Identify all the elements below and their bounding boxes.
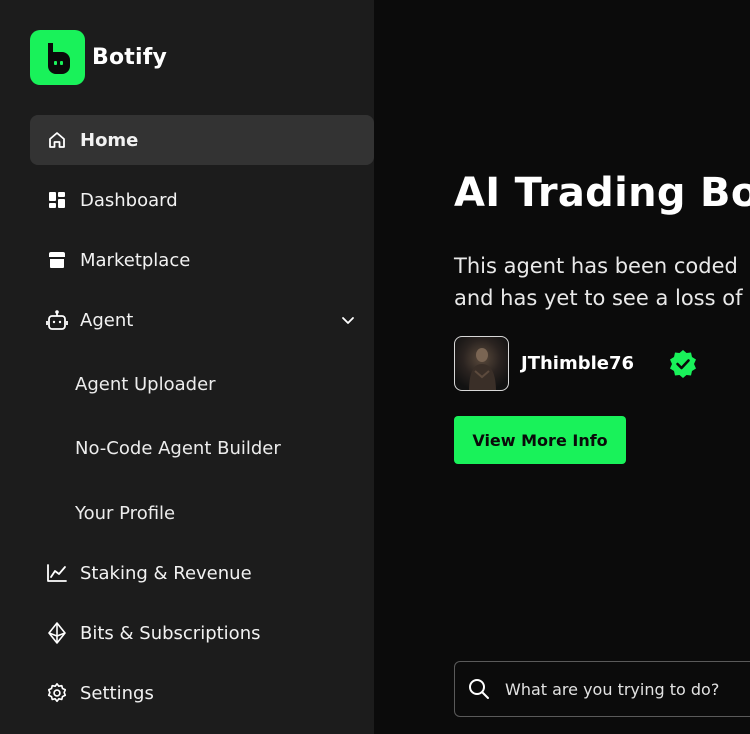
- hero-title: AI Trading Bot: [454, 170, 750, 216]
- store-icon: [46, 249, 68, 271]
- sidebar-item-dashboard[interactable]: Dashboard: [30, 175, 374, 225]
- sidebar-item-settings[interactable]: Settings: [30, 668, 374, 718]
- search-bar[interactable]: [454, 661, 750, 717]
- botify-logo-icon: [30, 30, 85, 85]
- sidebar-item-label: Settings: [80, 682, 154, 704]
- dashboard-icon: [46, 189, 68, 211]
- author-name[interactable]: JThimble76: [521, 353, 634, 374]
- sidebar-item-staking-revenue[interactable]: Staking & Revenue: [30, 548, 374, 598]
- search-input[interactable]: [505, 679, 750, 699]
- search-icon: [467, 677, 491, 701]
- verified-badge-icon: [668, 349, 698, 379]
- sidebar-subitem-agent-uploader[interactable]: Agent Uploader: [75, 364, 216, 404]
- chart-line-icon: [46, 562, 68, 584]
- sidebar-subitem-your-profile[interactable]: Your Profile: [75, 493, 175, 533]
- main-content: AI Trading Bot This agent has been coded…: [374, 0, 750, 734]
- sidebar-subitem-no-code-agent-builder[interactable]: No-Code Agent Builder: [75, 428, 281, 468]
- sidebar-item-label: Agent: [80, 309, 134, 331]
- hero-description-line: and has yet to see a loss of: [454, 286, 743, 310]
- home-icon: [46, 129, 68, 151]
- chevron-down-icon[interactable]: [338, 310, 358, 330]
- sidebar-item-label: Home: [80, 129, 139, 151]
- brand[interactable]: Botify: [30, 30, 167, 85]
- hero-description: This agent has been coded and has yet to…: [454, 250, 742, 314]
- avatar[interactable]: [454, 336, 509, 391]
- sidebar-item-label: Bits & Subscriptions: [80, 622, 261, 644]
- sidebar: Botify Home Dashboard Marketplace Agent …: [0, 0, 374, 734]
- gear-icon: [46, 682, 68, 704]
- robot-icon: [46, 309, 68, 331]
- brand-name: Botify: [92, 45, 168, 70]
- diamond-icon: [46, 622, 68, 644]
- sidebar-item-bits-subscriptions[interactable]: Bits & Subscriptions: [30, 608, 374, 658]
- sidebar-item-label: Dashboard: [80, 189, 178, 211]
- hero-description-line: This agent has been coded: [454, 254, 738, 278]
- sidebar-item-home[interactable]: Home: [30, 115, 374, 165]
- sidebar-item-label: Staking & Revenue: [80, 562, 252, 584]
- app-window: Botify Home Dashboard Marketplace Agent …: [0, 0, 750, 734]
- sidebar-item-marketplace[interactable]: Marketplace: [30, 235, 374, 285]
- sidebar-item-agent[interactable]: Agent: [30, 295, 374, 345]
- author-row[interactable]: JThimble76: [454, 336, 698, 391]
- sidebar-item-label: Marketplace: [80, 249, 191, 271]
- view-more-info-button[interactable]: View More Info: [454, 416, 626, 464]
